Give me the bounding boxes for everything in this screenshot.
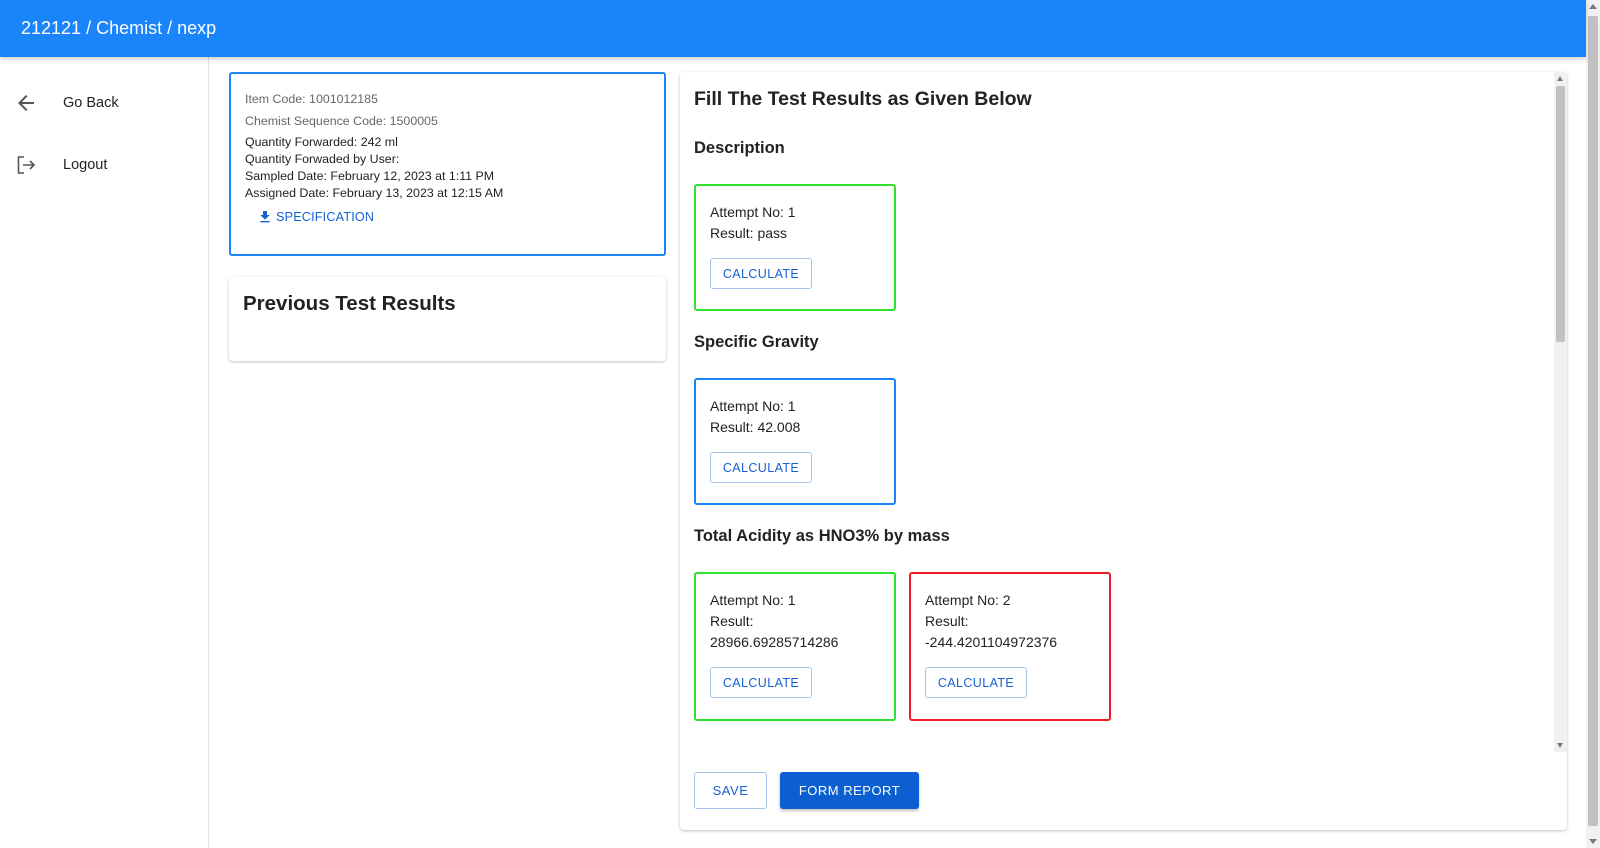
quantity-forwarded: Quantity Forwarded: 242 ml: [245, 135, 398, 149]
page-scroll-down-arrow[interactable]: [1589, 839, 1597, 844]
sample-info-card: Item Code: 1001012185 Chemist Sequence C…: [229, 72, 666, 256]
app-bar: 212121 / Chemist / nexp: [0, 0, 1586, 57]
page-scrollbar[interactable]: [1586, 0, 1600, 848]
attempt-number: Attempt No: 1: [710, 204, 796, 220]
page-title: Fill The Test Results as Given Below: [694, 88, 1032, 110]
attempt-result: Result:: [710, 613, 754, 629]
attempt-result-value: -244.4201104972376: [925, 634, 1058, 650]
test-results-scroll-area[interactable]: Fill The Test Results as Given Below Des…: [680, 72, 1554, 752]
calculate-button[interactable]: CALCULATE: [710, 258, 812, 289]
calculate-button[interactable]: CALCULATE: [925, 667, 1027, 698]
logout-label: Logout: [63, 157, 108, 173]
scroll-down-arrow[interactable]: [1557, 743, 1563, 748]
arrow-back-icon: [18, 95, 34, 111]
calculate-button[interactable]: CALCULATE: [710, 667, 812, 698]
scrollbar-thumb[interactable]: [1556, 86, 1565, 342]
attempt-card: Attempt No: 1 Result: 42.008 CALCULATE: [694, 378, 896, 505]
form-report-button[interactable]: FORM REPORT: [780, 772, 919, 809]
page-scrollbar-thumb[interactable]: [1588, 16, 1598, 826]
section-title-description: Description: [694, 139, 785, 157]
attempt-card: Attempt No: 1 Result: pass CALCULATE: [694, 184, 896, 311]
breadcrumb-title: 212121 / Chemist / nexp: [21, 18, 217, 38]
previous-results-title: Previous Test Results: [243, 292, 456, 315]
go-back-label: Go Back: [63, 95, 119, 111]
attempt-card: Attempt No: 1 Result: 28966.69285714286 …: [694, 572, 896, 721]
attempt-card: Attempt No: 2 Result: -244.4201104972376…: [909, 572, 1111, 721]
sequence-code: Chemist Sequence Code: 1500005: [245, 114, 438, 128]
page-scroll-up-arrow[interactable]: [1589, 4, 1597, 9]
attempt-number: Attempt No: 1: [710, 592, 796, 608]
attempt-number: Attempt No: 1: [710, 398, 796, 414]
results-scrollbar[interactable]: [1554, 72, 1567, 752]
attempt-result: Result: pass: [710, 225, 788, 241]
sidebar: Go Back Logout: [0, 57, 209, 848]
section-title-total-acidity: Total Acidity as HNO3% by mass: [694, 527, 950, 545]
attempt-result-value: 28966.69285714286: [710, 634, 839, 650]
assigned-date: Assigned Date: February 13, 2023 at 12:1…: [245, 186, 504, 200]
quantity-by-user: Quantity Forwaded by User:: [245, 152, 400, 166]
calculate-button[interactable]: CALCULATE: [710, 452, 812, 483]
download-icon: [260, 211, 270, 223]
specification-download-button[interactable]: SPECIFICATION: [257, 206, 374, 228]
attempt-result: Result:: [925, 613, 969, 629]
save-button[interactable]: SAVE: [694, 772, 767, 809]
scroll-up-arrow[interactable]: [1557, 76, 1563, 81]
test-results-card: Fill The Test Results as Given Below Des…: [680, 72, 1567, 830]
attempt-number: Attempt No: 2: [925, 592, 1011, 608]
logout-icon: [17, 156, 36, 174]
previous-results-card: Previous Test Results: [229, 277, 666, 361]
section-title-specific-gravity: Specific Gravity: [694, 333, 819, 351]
sampled-date: Sampled Date: February 12, 2023 at 1:11 …: [245, 169, 495, 183]
go-back-button[interactable]: Go Back: [0, 79, 208, 127]
item-code: Item Code: 1001012185: [245, 92, 378, 106]
attempt-result: Result: 42.008: [710, 419, 801, 435]
specification-label: SPECIFICATION: [276, 210, 375, 224]
logout-button[interactable]: Logout: [0, 141, 208, 189]
